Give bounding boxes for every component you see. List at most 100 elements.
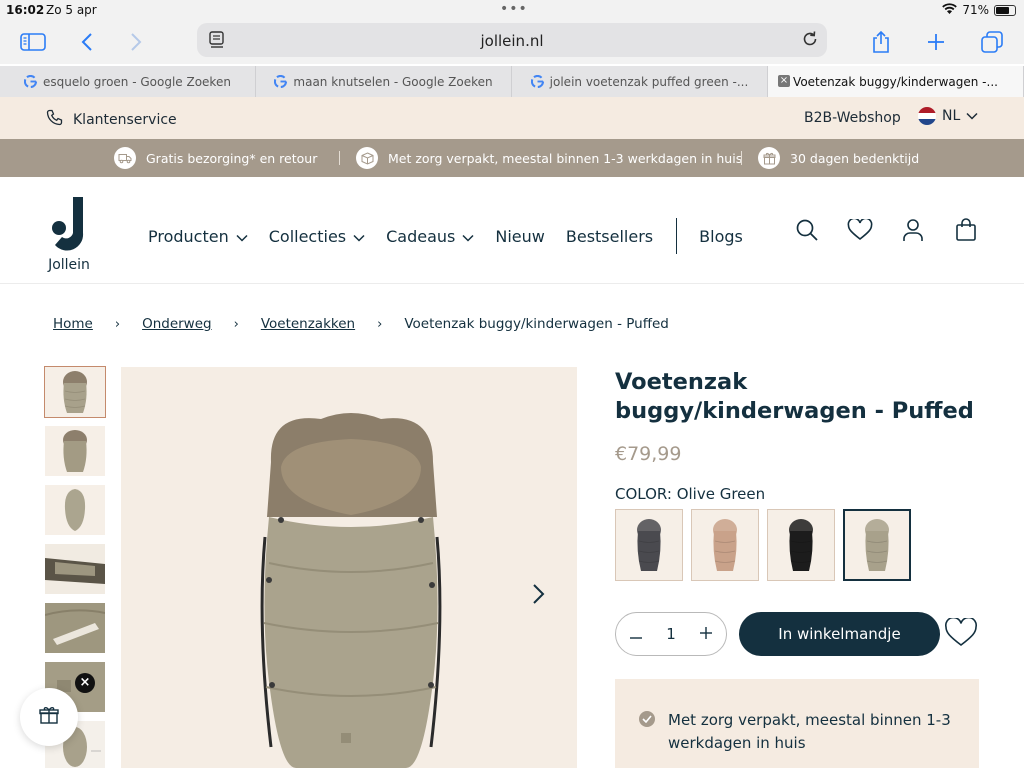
color-swatch-beige[interactable] <box>691 509 759 581</box>
swatch-footmuff-image <box>713 519 737 571</box>
tab-title: jolein voetenzak puffed green -... <box>549 74 749 89</box>
b2b-webshop-link[interactable]: B2B-Webshop <box>804 110 901 126</box>
nav-item-blogs[interactable]: Blogs <box>699 227 743 246</box>
site-header: Jollein Producten Collecties Cadeaus Nie… <box>0 177 1024 284</box>
product-thumbnail[interactable] <box>45 544 105 594</box>
nav-label: Producten <box>148 226 229 246</box>
wifi-icon <box>942 3 958 17</box>
product-price: €79,99 <box>615 443 682 465</box>
jollein-logo[interactable]: Jollein <box>44 195 94 273</box>
swatch-footmuff-image <box>637 519 661 571</box>
language-code: NL <box>942 108 961 124</box>
usp-item: Gratis bezorging* en retour <box>114 147 317 169</box>
chevron-right-icon: › <box>377 316 383 332</box>
sidebar-icon[interactable] <box>19 28 47 56</box>
browser-tab[interactable]: × Voetenzak buggy/kinderwagen -... <box>768 66 1024 97</box>
color-swatch-grey[interactable] <box>615 509 683 581</box>
url-text: jollein.nl <box>480 32 544 50</box>
color-swatch-olive[interactable] <box>843 509 911 581</box>
phone-icon <box>46 109 63 130</box>
nav-item-producten[interactable]: Producten <box>148 227 248 246</box>
gift-widget-button[interactable] <box>20 688 78 746</box>
gift-icon <box>758 147 780 169</box>
color-swatch-black[interactable] <box>767 509 835 581</box>
nav-item-cadeaus[interactable]: Cadeaus <box>386 227 474 246</box>
truck-icon <box>114 147 136 169</box>
usp-bar: Gratis bezorging* en retour Met zorg ver… <box>0 139 1024 177</box>
customer-service-link[interactable]: Klantenservice <box>46 109 177 130</box>
reload-icon[interactable] <box>801 30 819 52</box>
minus-icon[interactable] <box>630 625 642 643</box>
nav-item-bestsellers[interactable]: Bestsellers <box>566 227 653 246</box>
account-icon[interactable] <box>900 217 926 243</box>
usp-text: 30 dagen bedenktijd <box>790 150 920 166</box>
dutch-flag-icon <box>918 107 936 125</box>
tab-title: esquelo groen - Google Zoeken <box>43 74 231 89</box>
swatch-footmuff-image <box>865 519 889 571</box>
google-icon <box>274 75 288 88</box>
forward-icon[interactable] <box>122 28 150 56</box>
tab-title: maan knutselen - Google Zoeken <box>293 74 493 89</box>
cart-icon[interactable] <box>953 217 979 243</box>
chevron-down-icon <box>236 227 248 246</box>
nav-label: Blogs <box>699 226 743 246</box>
next-image-chevron-icon[interactable] <box>531 583 545 609</box>
add-to-wishlist-icon[interactable] <box>944 616 978 652</box>
multitask-dots-icon[interactable]: ••• <box>500 1 528 17</box>
swatch-footmuff-image <box>789 519 813 571</box>
close-tab-icon[interactable]: × <box>778 75 790 87</box>
breadcrumb-current: Voetenzak buggy/kinderwagen - Puffed <box>404 316 669 332</box>
plus-icon[interactable] <box>699 625 712 643</box>
browser-tabs: esquelo groen - Google Zoeken maan knutse… <box>0 66 1024 97</box>
status-time: 16:02 <box>6 3 45 17</box>
nav-item-collecties[interactable]: Collecties <box>269 227 365 246</box>
nav-label: Bestsellers <box>565 226 654 246</box>
tab-title: Voetenzak buggy/kinderwagen -... <box>793 74 998 89</box>
status-date: Zo 5 apr <box>46 3 97 17</box>
google-icon <box>24 75 38 88</box>
battery-level <box>996 6 1009 14</box>
usp-text: Gratis bezorging* en retour <box>146 150 318 166</box>
close-widget-icon[interactable]: × <box>75 673 95 693</box>
search-icon[interactable] <box>794 217 820 243</box>
new-tab-icon[interactable] <box>922 28 950 56</box>
shipping-info-box: Met zorg verpakt, meestal binnen 1-3 wer… <box>615 679 979 768</box>
browser-tab[interactable]: esquelo groen - Google Zoeken <box>0 66 256 97</box>
utility-bar: Klantenservice B2B-Webshop NL <box>0 97 1024 139</box>
wishlist-icon[interactable] <box>847 217 873 243</box>
product-thumbnail[interactable] <box>45 426 105 476</box>
language-selector[interactable]: NL <box>918 107 978 125</box>
quantity-value[interactable]: 1 <box>666 625 676 643</box>
header-actions <box>794 217 979 243</box>
nav-label: Cadeaus <box>386 226 456 246</box>
main-nav: Producten Collecties Cadeaus Nieuw Bests… <box>148 218 764 254</box>
product-thumbnail[interactable] <box>45 603 105 653</box>
tabs-overview-icon[interactable] <box>978 28 1006 56</box>
breadcrumb-voetenzakken[interactable]: Voetenzakken <box>261 316 355 332</box>
back-icon[interactable] <box>73 28 101 56</box>
nav-item-nieuw[interactable]: Nieuw <box>495 227 544 246</box>
gift-icon <box>39 705 59 729</box>
product-thumbnail[interactable] <box>44 366 106 418</box>
product-thumbnail[interactable] <box>45 485 105 535</box>
chevron-down-icon <box>353 227 365 246</box>
chevron-down-icon <box>966 108 978 124</box>
address-bar[interactable]: jollein.nl <box>197 23 827 57</box>
nav-label: Nieuw <box>495 226 545 246</box>
chevron-right-icon: › <box>114 316 121 332</box>
chevron-right-icon: › <box>233 316 239 332</box>
chevron-down-icon <box>462 227 474 246</box>
check-icon <box>639 711 655 727</box>
usp-item: 30 dagen bedenktijd <box>758 147 919 169</box>
share-icon[interactable] <box>867 28 895 56</box>
breadcrumb: Home › Onderweg › Voetenzakken › Voetenz… <box>53 316 669 332</box>
product-main-image[interactable] <box>121 367 577 768</box>
browser-tab[interactable]: maan knutselen - Google Zoeken <box>256 66 512 97</box>
google-icon <box>530 75 544 88</box>
breadcrumb-home[interactable]: Home <box>53 316 93 332</box>
add-to-cart-button[interactable]: In winkelmandje <box>739 612 940 656</box>
usp-text: Met zorg verpakt, meestal binnen 1-3 wer… <box>388 150 743 166</box>
browser-tab[interactable]: jolein voetenzak puffed green -... <box>512 66 768 97</box>
customer-service-label: Klantenservice <box>73 111 177 128</box>
breadcrumb-onderweg[interactable]: Onderweg <box>142 316 212 332</box>
